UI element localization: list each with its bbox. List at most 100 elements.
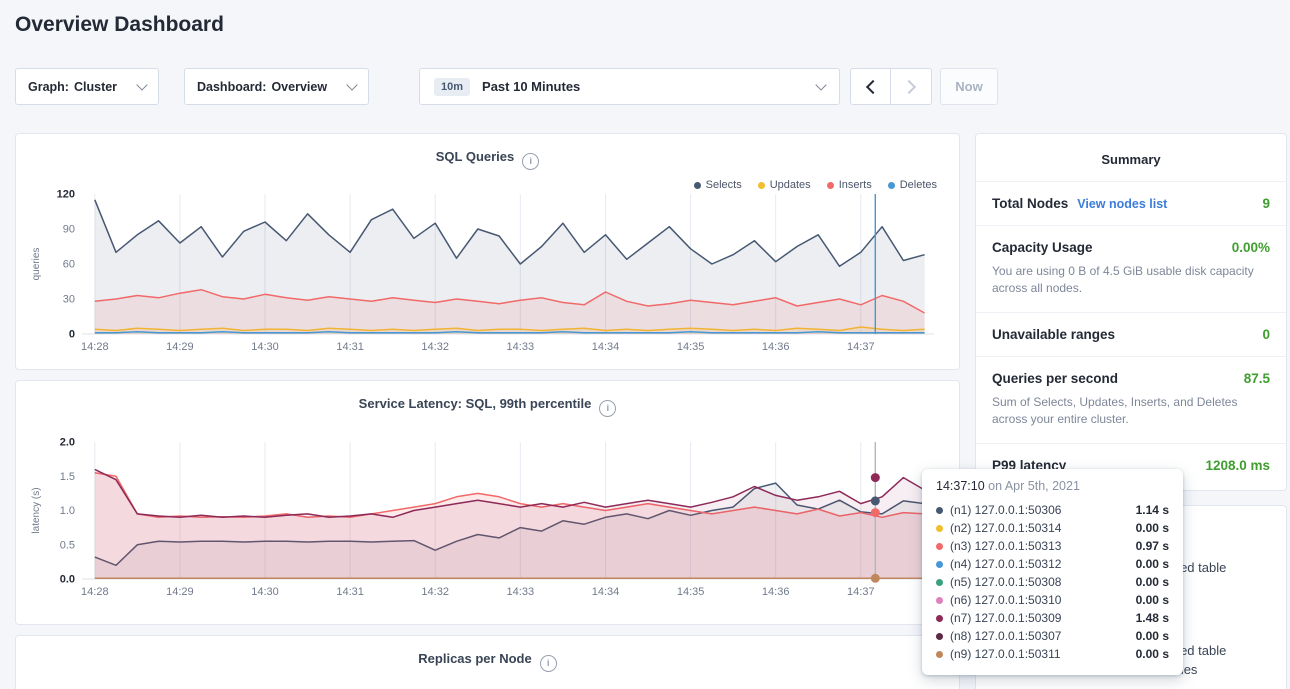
sql-queries-card: SQL Queries SelectsUpdatesInsertsDeletes… xyxy=(15,133,960,370)
time-next-button[interactable] xyxy=(891,68,932,105)
svg-text:14:28: 14:28 xyxy=(81,341,109,353)
tooltip-node-value: 1.14 s xyxy=(1136,503,1169,517)
summary-description: You are using 0 B of 4.5 GiB usable disk… xyxy=(992,263,1270,298)
summary-label: Unavailable ranges xyxy=(992,327,1115,342)
tooltip-node-label: (n3) 127.0.0.1:50313 xyxy=(950,539,1061,553)
svg-text:14:29: 14:29 xyxy=(166,341,194,353)
tooltip-node-value: 0.00 s xyxy=(1136,575,1169,589)
tooltip-node-label: (n8) 127.0.0.1:50307 xyxy=(950,629,1061,643)
tooltip-node-value: 0.00 s xyxy=(1136,521,1169,535)
svg-text:14:34: 14:34 xyxy=(592,341,620,353)
dashboard-selector[interactable]: Dashboard: Overview xyxy=(184,68,369,105)
svg-text:120: 120 xyxy=(57,189,75,201)
chevron-down-icon xyxy=(136,79,147,90)
svg-text:14:32: 14:32 xyxy=(421,586,449,598)
svg-text:0.5: 0.5 xyxy=(60,539,75,551)
service-latency-chart[interactable]: 14:2814:2914:3014:3114:3214:3314:3414:35… xyxy=(27,435,948,607)
series-color-dot xyxy=(936,525,943,532)
service-latency-title: Service Latency: SQL, 99th percentile xyxy=(16,381,959,417)
chart-title-text: SQL Queries xyxy=(436,149,515,164)
summary-value: 87.5 xyxy=(1244,371,1270,386)
tooltip-row: (n9) 127.0.0.1:50311 0.00 s xyxy=(936,645,1169,663)
tooltip-node-value: 0.97 s xyxy=(1136,539,1169,553)
svg-text:14:29: 14:29 xyxy=(166,586,194,598)
summary-value: 0.00% xyxy=(1232,240,1270,255)
svg-text:14:35: 14:35 xyxy=(677,341,705,353)
summary-label: Total Nodes xyxy=(992,196,1068,211)
summary-title: Summary xyxy=(976,134,1286,181)
summary-row-unavailable-ranges: Unavailable ranges 0 xyxy=(976,312,1286,356)
svg-text:0: 0 xyxy=(69,329,75,341)
tooltip-node-value: 0.00 s xyxy=(1136,647,1169,661)
tooltip-node-value: 0.00 s xyxy=(1136,557,1169,571)
svg-text:1.0: 1.0 xyxy=(60,505,75,517)
time-nav-group xyxy=(850,68,932,105)
graph-selector-label: Graph: xyxy=(28,80,69,94)
info-icon[interactable] xyxy=(540,655,557,672)
chevron-down-icon xyxy=(346,79,357,90)
tooltip-node-label: (n2) 127.0.0.1:50314 xyxy=(950,521,1061,535)
tooltip-node-label: (n6) 127.0.0.1:50310 xyxy=(950,593,1061,607)
svg-text:14:34: 14:34 xyxy=(592,586,620,598)
page-title: Overview Dashboard xyxy=(15,13,224,37)
summary-label: Queries per second xyxy=(992,371,1118,386)
svg-text:90: 90 xyxy=(63,224,75,236)
tooltip-time: 14:37:10 xyxy=(936,479,985,493)
svg-text:14:31: 14:31 xyxy=(336,586,364,598)
tooltip-rows: (n1) 127.0.0.1:503061.14 s(n2) 127.0.0.1… xyxy=(936,501,1169,663)
chart-title-text: Service Latency: SQL, 99th percentile xyxy=(359,396,592,411)
chevron-left-icon xyxy=(865,79,879,93)
tooltip-row: (n4) 127.0.0.1:503120.00 s xyxy=(936,555,1169,573)
tooltip-node-value: 0.00 s xyxy=(1136,593,1169,607)
tooltip-row: (n1) 127.0.0.1:503061.14 s xyxy=(936,501,1169,519)
series-color-dot xyxy=(936,615,943,622)
summary-description: Sum of Selects, Updates, Inserts, and De… xyxy=(992,394,1270,429)
svg-text:14:33: 14:33 xyxy=(507,586,535,598)
series-color-dot xyxy=(936,651,943,658)
info-icon[interactable] xyxy=(599,400,616,417)
chevron-down-icon xyxy=(815,79,826,90)
tooltip-node-label: (n7) 127.0.0.1:50309 xyxy=(950,611,1061,625)
overview-dashboard-page: Overview Dashboard Graph: Cluster Dashbo… xyxy=(0,0,1290,689)
view-nodes-list-link[interactable]: View nodes list xyxy=(1077,197,1167,211)
svg-text:60: 60 xyxy=(63,259,75,271)
tooltip-node-label: (n9) 127.0.0.1:50311 xyxy=(950,647,1061,661)
service-latency-card: Service Latency: SQL, 99th percentile 14… xyxy=(15,380,960,625)
svg-text:14:37: 14:37 xyxy=(847,341,875,353)
svg-text:14:32: 14:32 xyxy=(421,341,449,353)
series-color-dot xyxy=(936,543,943,550)
summary-value: 1208.0 ms xyxy=(1205,458,1270,473)
svg-text:14:36: 14:36 xyxy=(762,341,790,353)
chart-tooltip: 14:37:10 on Apr 5th, 2021 (n1) 127.0.0.1… xyxy=(922,469,1183,675)
svg-text:0.0: 0.0 xyxy=(60,574,75,586)
tooltip-node-label: (n5) 127.0.0.1:50308 xyxy=(950,575,1061,589)
series-color-dot xyxy=(936,507,943,514)
time-range-selector[interactable]: 10m Past 10 Minutes xyxy=(419,68,840,105)
tooltip-row: (n3) 127.0.0.1:50313 0.97 s xyxy=(936,537,1169,555)
svg-text:14:28: 14:28 xyxy=(81,586,109,598)
time-range-badge: 10m xyxy=(434,78,470,96)
svg-text:30: 30 xyxy=(63,294,75,306)
now-button[interactable]: Now xyxy=(940,68,998,105)
info-icon[interactable] xyxy=(522,153,539,170)
svg-text:14:30: 14:30 xyxy=(251,341,279,353)
svg-text:queries: queries xyxy=(31,248,42,281)
time-prev-button[interactable] xyxy=(850,68,891,105)
summary-label: Capacity Usage xyxy=(992,240,1093,255)
series-color-dot xyxy=(936,579,943,586)
tooltip-row: (n2) 127.0.0.1:50314 0.00 s xyxy=(936,519,1169,537)
svg-text:14:31: 14:31 xyxy=(336,341,364,353)
chevron-right-icon xyxy=(902,79,916,93)
time-range-value: Past 10 Minutes xyxy=(482,79,580,94)
tooltip-date: on Apr 5th, 2021 xyxy=(988,479,1080,493)
series-color-dot xyxy=(936,561,943,568)
svg-text:14:35: 14:35 xyxy=(677,586,705,598)
graph-selector[interactable]: Graph: Cluster xyxy=(15,68,159,105)
tooltip-header: 14:37:10 on Apr 5th, 2021 xyxy=(936,479,1169,493)
sql-queries-chart[interactable]: 14:28 14:29 14:30 14:31 14:32 14:33 14:34 14:35… xyxy=(27,188,948,360)
replicas-per-node-card: Replicas per Node xyxy=(15,635,960,689)
svg-text:14:33: 14:33 xyxy=(507,341,535,353)
graph-selector-value: Cluster xyxy=(74,80,117,94)
dashboard-selector-label: Dashboard: xyxy=(197,80,266,94)
replicas-per-node-title: Replicas per Node xyxy=(16,636,959,672)
